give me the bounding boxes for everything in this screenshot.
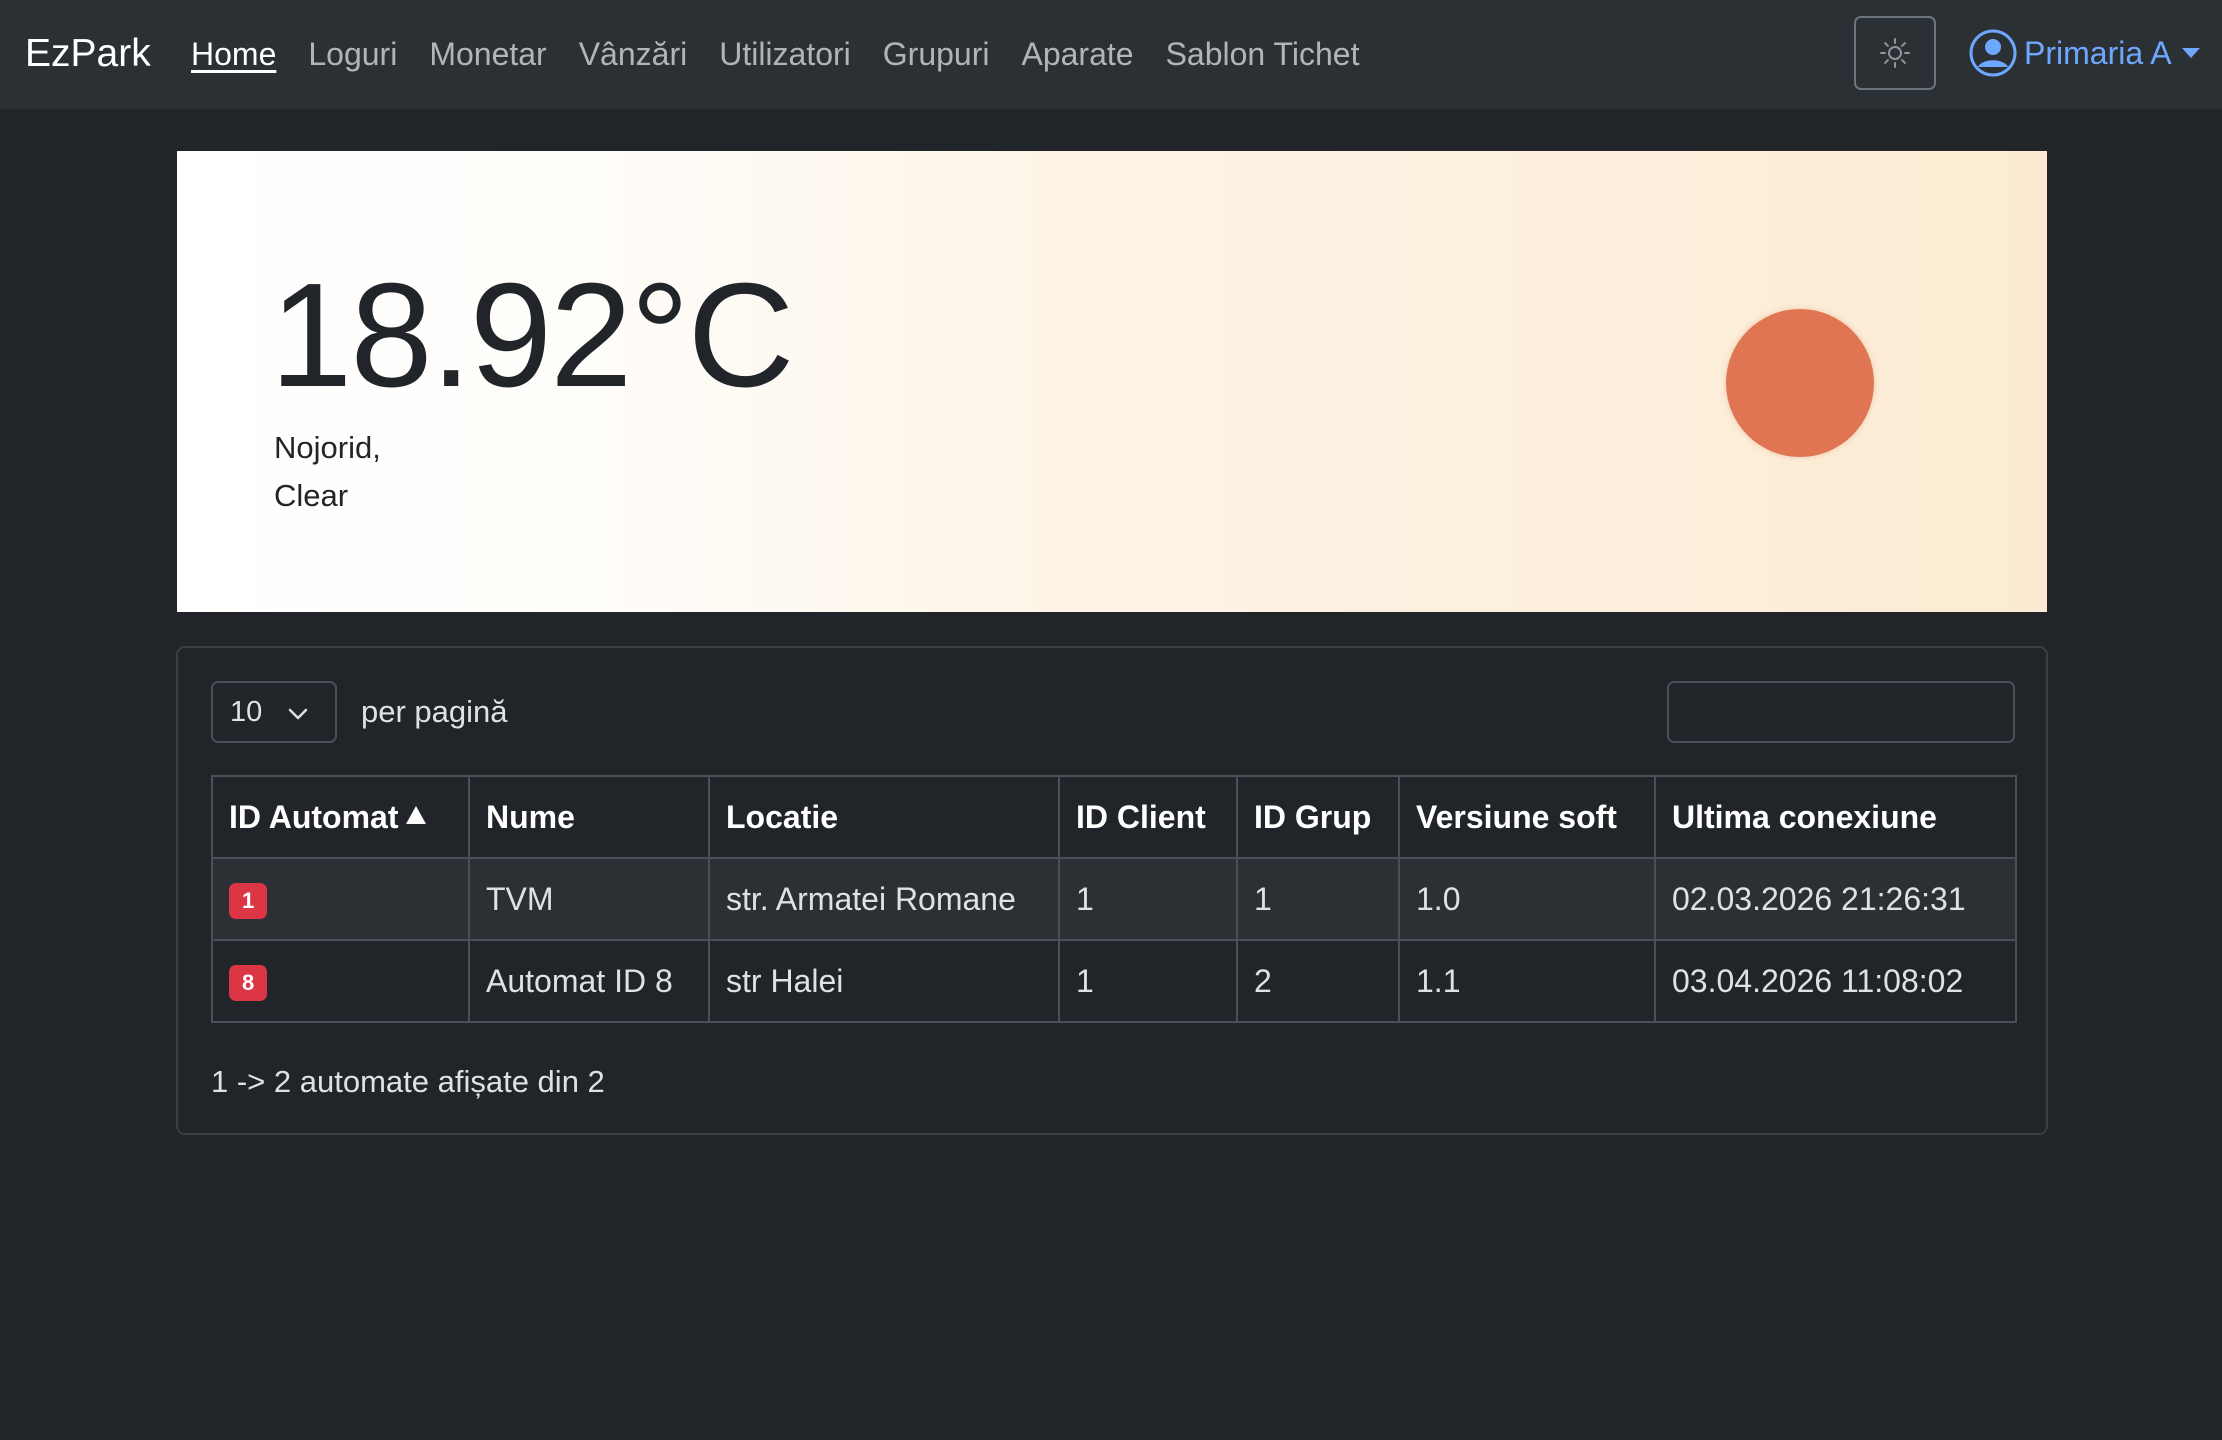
sort-ascending-icon [406,805,427,824]
column-header-ultima-conexiune[interactable]: Ultima conexiune [1654,775,2017,859]
column-header-id-automat[interactable]: ID Automat [211,775,470,859]
devices-table: ID Automat Nume Locatie ID Client ID Gru… [211,775,2017,1023]
nav-link-monetar[interactable]: Monetar [429,30,546,78]
cell-locatie: str. Armatei Romane [708,857,1060,941]
column-header-versiune-soft[interactable]: Versiune soft [1398,775,1656,859]
column-header-id-grup[interactable]: ID Grup [1236,775,1400,859]
cell-id-automat: 1 [211,857,470,941]
chevron-down-icon [288,708,308,720]
nav-link-aparate[interactable]: Aparate [1021,30,1133,78]
column-header-id-client[interactable]: ID Client [1058,775,1238,859]
main-nav: Home Loguri Monetar Vânzări Utilizatori … [191,30,1359,78]
weather-city: Nojorid, [274,430,381,465]
nav-link-utilizatori[interactable]: Utilizatori [719,30,851,78]
device-id-badge[interactable]: 8 [229,965,268,1001]
nav-link-home[interactable]: Home [191,30,276,78]
theme-toggle-button[interactable] [1854,16,1936,90]
cell-versiune-soft: 1.0 [1398,857,1656,941]
table-info-text: 1 -> 2 automate afișate din 2 [211,1064,605,1099]
sun-icon [1880,38,1910,68]
cell-ultima-conexiune: 03.04.2026 11:08:02 [1654,939,2017,1023]
cell-id-grup: 2 [1236,939,1400,1023]
page-size-value: 10 [230,695,263,728]
nav-link-vanzari[interactable]: Vânzări [579,30,688,78]
weather-condition: Clear [274,478,349,513]
search-input[interactable] [1667,681,2015,743]
device-id-badge[interactable]: 1 [229,883,268,919]
page-size-select[interactable]: 10 [211,681,337,743]
user-menu-dropdown[interactable]: Primaria A [1968,24,2200,82]
table-row: 8 Automat ID 8 str Halei 1 2 1.1 03.04.2… [211,939,2017,1023]
devices-table-card: 10 per pagină Căutare: ID Automat Nume L… [176,646,2048,1135]
brand-logo[interactable]: EzPark [25,28,151,80]
nav-link-grupuri[interactable]: Grupuri [883,30,990,78]
cell-nume: TVM [468,857,710,941]
cell-id-grup: 1 [1236,857,1400,941]
nav-link-sablon-tichet[interactable]: Sablon Tichet [1166,30,1360,78]
table-row: 1 TVM str. Armatei Romane 1 1 1.0 02.03.… [211,857,2017,941]
nav-link-loguri[interactable]: Loguri [308,30,397,78]
cell-id-client: 1 [1058,857,1238,941]
cell-ultima-conexiune: 02.03.2026 21:26:31 [1654,857,2017,941]
table-header-row: ID Automat Nume Locatie ID Client ID Gru… [211,775,2017,859]
cell-nume: Automat ID 8 [468,939,710,1023]
user-name: Primaria A [2024,35,2172,71]
column-header-nume[interactable]: Nume [468,775,710,859]
top-navbar: EzPark Home Loguri Monetar Vânzări Utili… [0,0,2222,110]
per-page-label: per pagină [361,694,508,729]
weather-card: 18.92°C Nojorid, Clear [177,151,2047,612]
weather-temperature: 18.92°C [270,253,794,418]
cell-locatie: str Halei [708,939,1060,1023]
caret-down-icon [2181,48,2200,58]
cell-id-client: 1 [1058,939,1238,1023]
column-header-locatie[interactable]: Locatie [708,775,1060,859]
cell-id-automat: 8 [211,939,470,1023]
user-circle-icon [1968,28,2018,78]
cell-versiune-soft: 1.1 [1398,939,1656,1023]
weather-sun-icon [1726,309,1874,457]
column-header-label: ID Automat [229,798,399,835]
